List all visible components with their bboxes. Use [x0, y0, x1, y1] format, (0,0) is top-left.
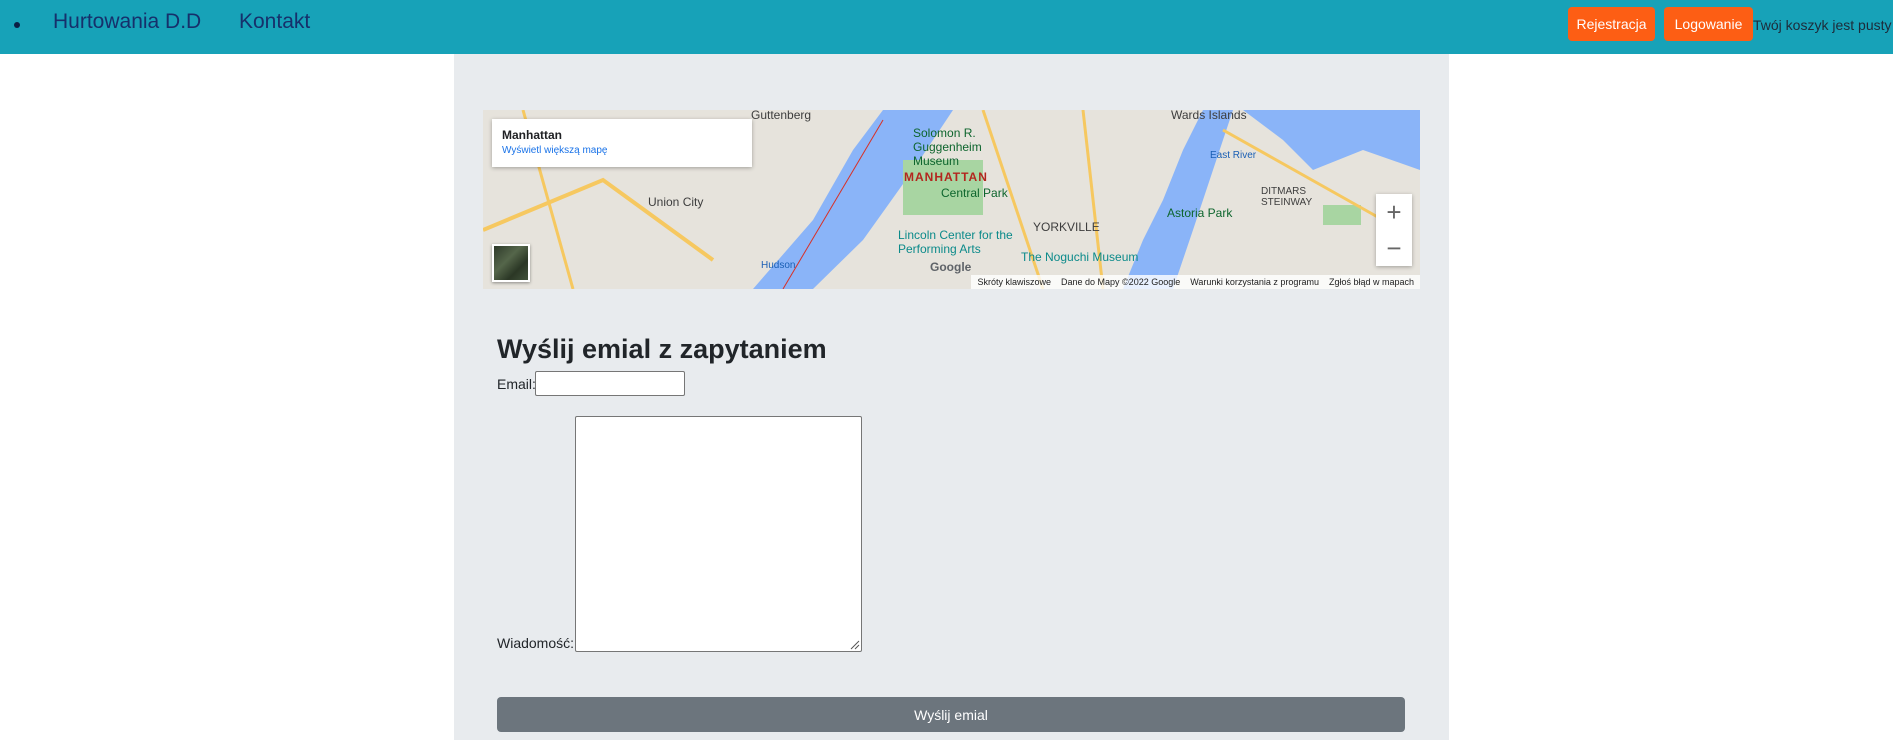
- cart-status: Twój koszyk jest pusty: [1753, 17, 1892, 33]
- zoom-control: + −: [1376, 194, 1412, 266]
- resize-grip-icon[interactable]: [848, 638, 860, 650]
- map-data-text: Dane do Mapy ©2022 Google: [1061, 277, 1181, 287]
- nav-bullet-icon: [14, 22, 20, 28]
- map-label-guggenheim: Solomon R. Guggenheim Museum: [913, 126, 982, 168]
- zoom-in-button[interactable]: +: [1376, 194, 1412, 230]
- place-name: Manhattan: [502, 128, 562, 142]
- map-label-yorkville: YORKVILLE: [1033, 220, 1100, 234]
- brand-link[interactable]: Hurtowania D.D: [53, 10, 201, 34]
- zoom-out-button[interactable]: −: [1376, 230, 1412, 266]
- map-label-east-river: East River: [1210, 150, 1257, 161]
- map-label-manhattan: MANHATTAN: [904, 170, 988, 184]
- email-field[interactable]: [535, 371, 685, 396]
- map-label-guttenberg: Guttenberg: [751, 110, 812, 122]
- map-label-hudson: Hudson: [761, 260, 796, 271]
- map-label-astoria-park: Astoria Park: [1167, 206, 1233, 220]
- login-button[interactable]: Logowanie: [1664, 7, 1753, 41]
- message-textarea[interactable]: [575, 416, 862, 652]
- larger-map-link[interactable]: Wyświetl większą mapę: [502, 145, 608, 156]
- message-label: Wiadomość:: [497, 635, 575, 651]
- report-error-link[interactable]: Zgłoś błąd w mapach: [1329, 277, 1414, 287]
- map-label-union-city: Union City: [648, 195, 704, 209]
- send-email-button[interactable]: Wyślij emial: [497, 697, 1405, 732]
- form-title: Wyślij emial z zapytaniem: [497, 334, 827, 364]
- google-logo: Google: [930, 260, 972, 274]
- map-label-ditmars: DITMARS STEINWAY: [1261, 186, 1313, 208]
- register-button[interactable]: Rejestracja: [1568, 7, 1655, 41]
- map-label-wards-island: Wards Islands: [1171, 110, 1247, 122]
- place-card: Manhattan Wyświetl większą mapę: [492, 119, 752, 167]
- map-label-noguchi: The Noguchi Museum: [1021, 250, 1139, 264]
- contact-link[interactable]: Kontakt: [239, 10, 310, 34]
- terms-link[interactable]: Warunki korzystania z programu: [1190, 277, 1319, 287]
- map-label-central-park: Central Park: [941, 186, 1008, 200]
- main-content: Guttenberg Union City MANHATTAN Central …: [454, 54, 1449, 740]
- map-attribution: Skróty klawiszowe Dane do Mapy ©2022 Goo…: [971, 275, 1420, 289]
- map-label-lincoln-center: Lincoln Center for the Performing Arts: [898, 228, 1013, 256]
- email-label: Email:: [497, 376, 536, 392]
- satellite-toggle[interactable]: [492, 244, 530, 282]
- top-navbar: Hurtowania D.D Kontakt Rejestracja Logow…: [0, 0, 1893, 54]
- keyboard-shortcuts-link[interactable]: Skróty klawiszowe: [977, 277, 1051, 287]
- google-map[interactable]: Guttenberg Union City MANHATTAN Central …: [483, 110, 1420, 289]
